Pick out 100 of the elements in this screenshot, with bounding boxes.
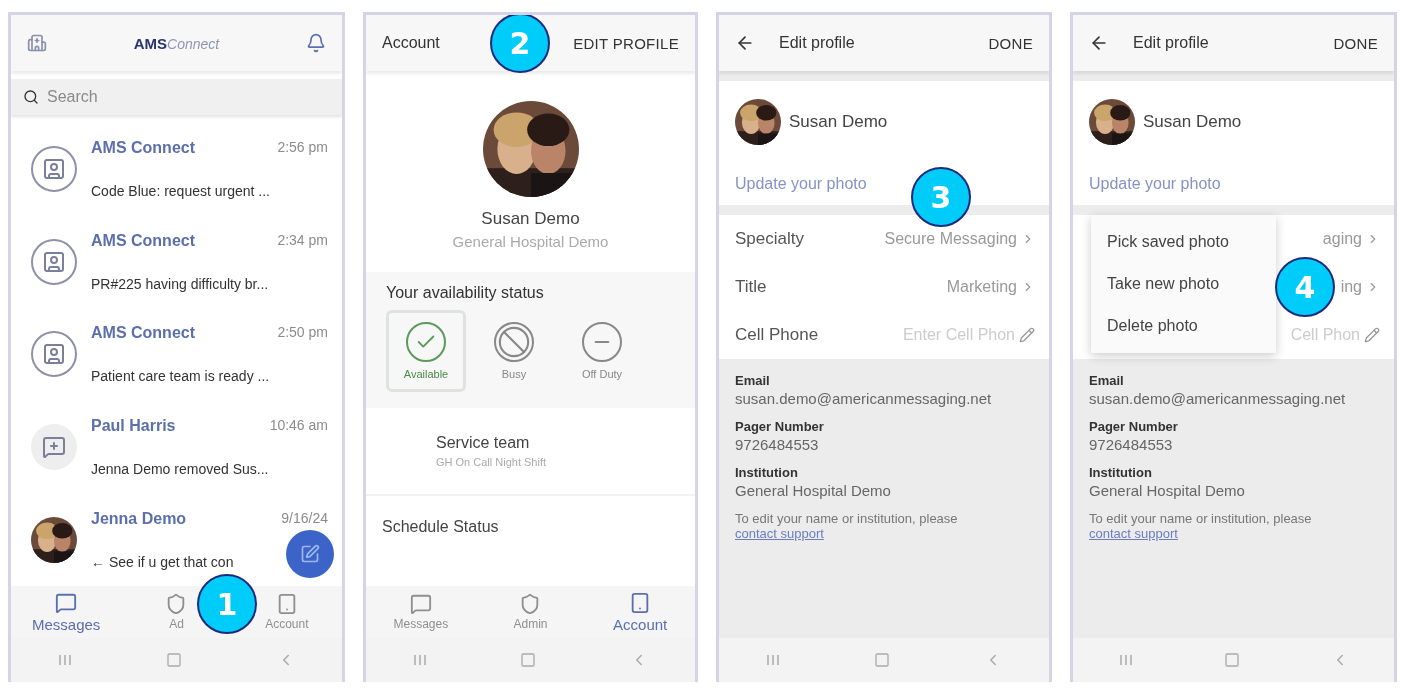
select-field[interactable]: aging — [1322, 230, 1380, 248]
message-time: 2:56 pm — [277, 139, 328, 158]
info-value: 9726484553 — [735, 436, 820, 453]
message-time: 2:34 pm — [277, 231, 328, 250]
app-logo: AMSConnect — [133, 34, 220, 52]
message-preview: ← See if u get that con — [91, 553, 234, 570]
home-icon[interactable] — [166, 652, 183, 668]
pencil-icon[interactable] — [1364, 327, 1380, 343]
info-label: Pager Number — [1089, 419, 1179, 434]
screen-title: Edit profile — [1133, 34, 1209, 52]
status-option[interactable]: Busy — [474, 310, 554, 392]
sender-name: AMS Connect — [91, 324, 195, 343]
sender-name: Jenna Demo — [91, 509, 187, 528]
recent-apps-icon[interactable] — [766, 653, 780, 667]
nav-tab[interactable]: Admin — [513, 593, 548, 631]
contact-support-link[interactable]: contact support — [1089, 526, 1378, 541]
chat-icon — [42, 435, 66, 460]
info-label: Email — [735, 373, 771, 388]
search-placeholder: Search — [47, 88, 98, 106]
done-button[interactable]: DONE — [1333, 34, 1378, 52]
message-preview: PR#225 having difficulty br... — [91, 275, 269, 292]
step-badge: 4 — [1275, 257, 1335, 317]
menu-item[interactable]: Take new photo — [1091, 263, 1276, 305]
screen-title: Account — [382, 34, 440, 52]
conversation-item[interactable]: AMS Connect 2:56 pm Code Blue: request urgent ... — [11, 123, 342, 216]
home-icon[interactable] — [520, 652, 537, 668]
status-icon — [582, 322, 622, 362]
pencil-icon[interactable] — [1019, 327, 1035, 343]
recent-apps-icon[interactable] — [1118, 653, 1133, 667]
section-title: Schedule Status — [381, 517, 500, 537]
update-photo-link[interactable]: Update your photo — [1089, 175, 1221, 192]
nav-tab[interactable]: Account — [265, 593, 309, 631]
menu-item[interactable]: Pick saved photo — [1091, 221, 1276, 263]
conversation-item[interactable]: AMS Connect 2:50 pm Patient care team is ready ... — [11, 308, 342, 401]
conversation-item[interactable]: AMS Connect 2:34 pm PR#225 having difficulty br... — [11, 215, 342, 309]
team-subtitle: GH On Call Night Shift — [436, 456, 548, 468]
done-button[interactable]: DONE — [988, 34, 1033, 52]
info-value: susan.demo@americanmessaging.net — [735, 390, 993, 407]
tab-label: Admin — [513, 617, 548, 631]
user-name: Susan Demo — [789, 112, 888, 132]
tab-label: Messages — [393, 617, 449, 631]
info-label: Email — [1089, 373, 1125, 388]
step-badge: 1 — [197, 574, 257, 634]
recent-apps-icon[interactable] — [58, 653, 73, 667]
conversation-item[interactable]: Paul Harris 10:46 am Jenna Demo removed Sus... — [11, 400, 342, 494]
status-option[interactable]: Available — [386, 310, 466, 392]
nav-tab[interactable]: Account — [613, 591, 668, 633]
recent-apps-icon[interactable] — [412, 653, 427, 667]
home-icon[interactable] — [1223, 652, 1240, 668]
update-photo-link[interactable]: Update your photo — [735, 175, 867, 192]
compose-button[interactable] — [286, 530, 334, 578]
field-label: Cell Phone — [735, 325, 819, 345]
info-value: susan.demo@americanmessaging.net — [1089, 390, 1347, 407]
status-icon — [406, 322, 446, 362]
nav-tab[interactable]: Messages — [31, 591, 101, 633]
step-badge: 3 — [911, 167, 971, 227]
info-value: 9726484553 — [1089, 436, 1174, 453]
info-label: Institution — [735, 465, 799, 480]
tab-label: Account — [265, 617, 309, 631]
organization-name: General Hospital Demo — [452, 233, 609, 250]
device-icon — [42, 249, 66, 274]
status-label: Off Duty — [581, 368, 623, 380]
message-time: 10:46 am — [269, 417, 328, 436]
team-title: Service team — [436, 434, 531, 452]
support-note: To edit your name or institution, please contact support — [1089, 511, 1378, 541]
section-title: Your availability status — [386, 284, 545, 302]
field-label: Title — [735, 277, 767, 297]
search-icon — [23, 89, 39, 105]
status-label: Busy — [501, 368, 527, 380]
select-field[interactable]: ing — [1340, 278, 1380, 296]
info-label: Institution — [1089, 465, 1153, 480]
message-preview: Patient care team is ready ... — [91, 368, 270, 385]
menu-item[interactable]: Delete photo — [1091, 305, 1276, 347]
tab-label: Account — [613, 615, 668, 633]
tab-label: Messages — [31, 615, 101, 633]
tab-label: Ad — [169, 617, 184, 631]
status-option[interactable]: Off Duty — [562, 310, 642, 392]
status-icon — [494, 322, 534, 362]
home-icon[interactable] — [874, 652, 890, 668]
user-name: Susan Demo — [1143, 112, 1242, 132]
nav-tab[interactable]: Messages — [393, 593, 449, 631]
select-field[interactable]: Marketing — [946, 278, 1035, 296]
hospital-icon[interactable] — [27, 33, 47, 53]
nav-tab[interactable]: Ad — [165, 593, 188, 631]
message-time: 2:50 pm — [277, 324, 328, 343]
screen-title: Edit profile — [779, 34, 855, 52]
message-time: 9/16/24 — [281, 509, 328, 528]
info-value: General Hospital Demo — [735, 482, 892, 499]
chat-icon — [55, 591, 78, 614]
contact-support-link[interactable]: contact support — [735, 526, 1033, 541]
compose-icon — [300, 544, 320, 564]
search-field[interactable]: Search — [11, 79, 342, 115]
bell-icon[interactable] — [306, 33, 326, 53]
select-field[interactable]: Secure Messaging — [884, 230, 1035, 248]
sender-name: AMS Connect — [91, 139, 195, 158]
sender-name: AMS Connect — [91, 231, 195, 250]
sender-name: Paul Harris — [91, 417, 176, 436]
user-name: Susan Demo — [481, 209, 580, 229]
info-label: Pager Number — [735, 419, 825, 434]
edit-profile-button[interactable]: EDIT PROFILE — [573, 34, 679, 52]
